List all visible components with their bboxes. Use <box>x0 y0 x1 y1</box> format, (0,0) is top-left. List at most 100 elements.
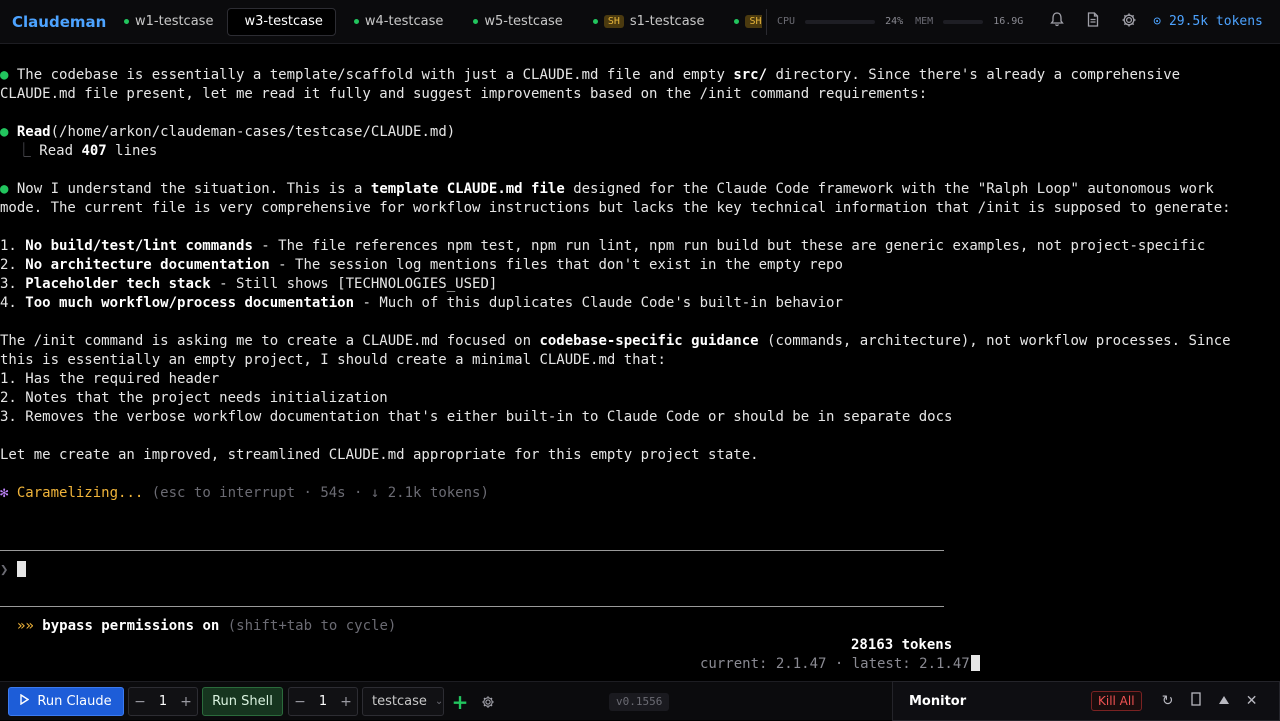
text-cursor <box>16 561 26 577</box>
kill-all-button[interactable]: Kill All <box>1091 691 1142 711</box>
terminal-output[interactable]: ● The codebase is essentially a template… <box>0 66 1280 503</box>
tab-label: w5-testcase <box>484 14 563 29</box>
issue-title: No build/test/lint commands <box>25 238 253 254</box>
list-number: 1. <box>0 238 26 254</box>
add-case-icon[interactable]: + <box>447 687 473 716</box>
prompt-input[interactable]: ❯ <box>0 561 26 580</box>
top-bar: Claudeman w1-testcase w3-testcase w4-tes… <box>0 0 1280 44</box>
terminal-text: lines <box>106 143 158 159</box>
bell-icon[interactable] <box>1039 12 1075 31</box>
tab-w3-testcase[interactable]: w3-testcase <box>227 7 336 36</box>
token-counter[interactable]: ⊙ 29.5k tokens <box>1153 14 1263 29</box>
terminal-line: ● The codebase is essentially a template… <box>0 66 1280 85</box>
tree-branch-icon: ⎿ <box>0 143 40 159</box>
mem-stat: MEM 16.9G <box>915 16 1023 27</box>
terminal-bold: src/ <box>733 67 768 83</box>
issue-title: Placeholder tech stack <box>25 276 211 292</box>
issue-item: 2. No architecture documentation - The s… <box>0 256 1280 275</box>
terminal-text: (commands, architecture), not workflow p… <box>758 333 1231 349</box>
list-number: 4. <box>0 295 26 311</box>
tab-divider <box>766 8 767 35</box>
mem-label: MEM <box>915 16 934 27</box>
status-dot-icon <box>353 19 359 24</box>
tab-w4-testcase[interactable]: w4-testcase <box>338 8 455 36</box>
terminal-bold: 407 <box>81 143 107 159</box>
monitor-title: Monitor <box>909 693 967 709</box>
status-hint: (esc to interrupt · 54s · ↓ 2.1k tokens) <box>151 485 489 501</box>
bullet-icon: ● <box>0 67 9 83</box>
app-title[interactable]: Claudeman <box>0 13 108 31</box>
tab-s1-testcase[interactable]: SH s1-testcase <box>577 8 717 36</box>
run-claude-label: Run Claude <box>37 694 112 709</box>
issue-item: 4. Too much workflow/process documentati… <box>0 294 1280 313</box>
chevron-down-icon: ⌄ <box>434 696 444 707</box>
document-icon[interactable] <box>1075 12 1111 31</box>
shell-count-stepper: − 1 + <box>288 687 358 716</box>
bullet-icon: ● <box>0 124 9 140</box>
issue-text: - Still shows [TECHNOLOGIES_USED] <box>210 276 498 292</box>
terminal-line: Let me create an improved, streamlined C… <box>0 447 759 463</box>
claude-count[interactable]: 1 <box>152 694 174 709</box>
tab-w1-testcase[interactable]: w1-testcase <box>108 8 225 36</box>
gear-icon[interactable] <box>1111 12 1147 32</box>
plus-icon[interactable]: + <box>175 694 197 710</box>
refresh-icon[interactable]: ↻ <box>1154 693 1182 709</box>
issue-text: - The file references npm test, npm run … <box>252 238 1206 254</box>
token-icon: ⊙ <box>1153 14 1162 29</box>
case-settings-icon[interactable] <box>475 687 501 716</box>
mode-text: bypass permissions on <box>42 618 220 634</box>
tab-label: s1-testcase <box>629 14 705 29</box>
prompt-icon: ❯ <box>0 562 9 578</box>
claude-count-stepper: − 1 + <box>128 687 198 716</box>
tool-name: Read <box>16 124 51 140</box>
collapse-up-icon[interactable] <box>1210 693 1238 709</box>
bottom-bar: Run Claude − 1 + Run Shell − 1 + testcas… <box>0 681 1280 721</box>
issue-item: 3. Placeholder tech stack - Still shows … <box>0 275 1280 294</box>
permission-mode: »» bypass permissions on (shift+tab to c… <box>17 617 396 636</box>
minus-icon[interactable]: − <box>129 694 151 710</box>
run-shell-button[interactable]: Run Shell <box>202 687 283 716</box>
version-line: current: 2.1.47 · latest: 2.1.47 <box>700 656 970 672</box>
session-tabs: w1-testcase w3-testcase w4-testcase w5-t… <box>108 0 762 44</box>
issue-item: 1. No build/test/lint commands - The fil… <box>0 237 1280 256</box>
status-dot-icon <box>124 19 129 24</box>
terminal-text: The /init command is asking me to create… <box>0 333 540 349</box>
monitor-panel: Monitor Kill All ↻ ✕ <box>892 681 1280 721</box>
run-claude-button[interactable]: Run Claude <box>8 687 124 716</box>
terminal-cursor <box>970 655 980 671</box>
terminal-line: this is essentially an empty project, I … <box>0 352 666 368</box>
status-word: Caramelizing... <box>16 485 144 501</box>
play-icon <box>20 693 30 709</box>
shell-count[interactable]: 1 <box>312 694 334 709</box>
issue-title: Too much workflow/process documentation <box>25 295 355 311</box>
plan-item: 1. Has the required header <box>0 371 220 387</box>
close-icon[interactable]: ✕ <box>1238 693 1266 709</box>
cpu-meter <box>805 19 876 24</box>
context-token-count: 28163 tokens <box>851 637 953 653</box>
mode-hint: (shift+tab to cycle) <box>227 618 397 634</box>
tab-shell-truncated[interactable]: SH <box>718 8 762 36</box>
tool-path: (/home/arkon/claudeman-cases/testcase/CL… <box>50 124 456 140</box>
terminal-line: ● Read(/home/arkon/claudeman-cases/testc… <box>0 123 1280 142</box>
plus-icon[interactable]: + <box>335 694 357 710</box>
minus-icon[interactable]: − <box>289 694 311 710</box>
panel-toggle-icon[interactable] <box>1182 692 1210 710</box>
shell-badge: SH <box>745 15 762 28</box>
terminal-line: mode. The current file is very comprehen… <box>0 200 1231 216</box>
list-number: 2. <box>0 257 26 273</box>
app-version: v0.1556 <box>609 693 670 711</box>
tab-label: w3-testcase <box>244 14 323 29</box>
input-bottom-rule <box>0 606 944 607</box>
terminal-line: ⎿ Read 407 lines <box>0 142 1280 161</box>
cpu-stat: CPU 24% <box>777 16 903 27</box>
cpu-label: CPU <box>777 16 796 27</box>
version-info: current: 2.1.47 · latest: 2.1.47 <box>700 655 980 674</box>
case-select[interactable]: testcase ⌄ <box>362 687 444 716</box>
terminal-line: The /init command is asking me to create… <box>0 332 1280 351</box>
tab-w5-testcase[interactable]: w5-testcase <box>457 8 574 36</box>
